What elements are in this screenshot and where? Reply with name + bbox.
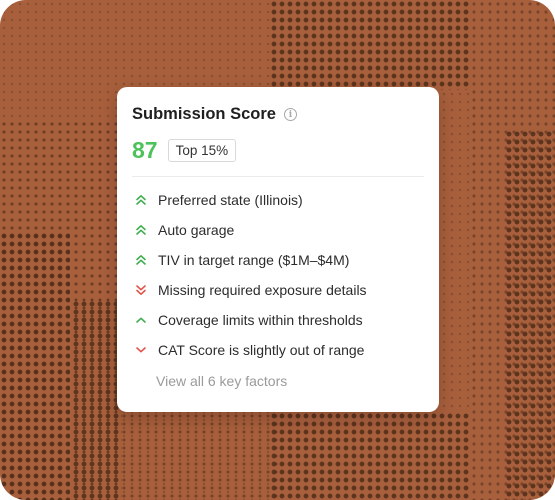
double-chevron-up-icon — [136, 194, 146, 205]
factor-label: Auto garage — [158, 222, 235, 238]
card-header: Submission Score i — [132, 105, 424, 124]
info-icon[interactable]: i — [283, 108, 297, 121]
double-chevron-up-icon — [136, 224, 146, 235]
key-factors-list: Preferred state (Illinois) Auto garage T… — [132, 185, 424, 365]
list-item: Coverage limits within thresholds — [132, 305, 424, 335]
view-all-factors-link[interactable]: View all 6 key factors — [156, 366, 424, 396]
divider — [132, 176, 424, 177]
chevron-up-icon — [136, 317, 146, 323]
list-item: TIV in target range ($1M–$4M) — [132, 245, 424, 275]
factor-label: Preferred state (Illinois) — [158, 192, 303, 208]
factor-label: Missing required exposure details — [158, 282, 367, 298]
chevron-down-icon — [136, 347, 146, 353]
card-title: Submission Score — [132, 105, 276, 123]
list-item: Auto garage — [132, 215, 424, 245]
background-frame: Submission Score i 87 Top 15% Preferred … — [0, 0, 555, 500]
factor-label: TIV in target range ($1M–$4M) — [158, 252, 350, 268]
list-item: Preferred state (Illinois) — [132, 185, 424, 215]
double-chevron-up-icon — [136, 254, 146, 265]
submission-score-card: Submission Score i 87 Top 15% Preferred … — [117, 87, 439, 412]
rank-badge: Top 15% — [167, 139, 237, 162]
list-item: Missing required exposure details — [132, 275, 424, 305]
list-item: CAT Score is slightly out of range — [132, 335, 424, 365]
factor-label: Coverage limits within thresholds — [158, 312, 363, 328]
score-value: 87 — [132, 137, 158, 163]
factor-label: CAT Score is slightly out of range — [158, 342, 365, 358]
score-row: 87 Top 15% — [132, 137, 424, 164]
double-chevron-down-icon — [136, 285, 146, 295]
